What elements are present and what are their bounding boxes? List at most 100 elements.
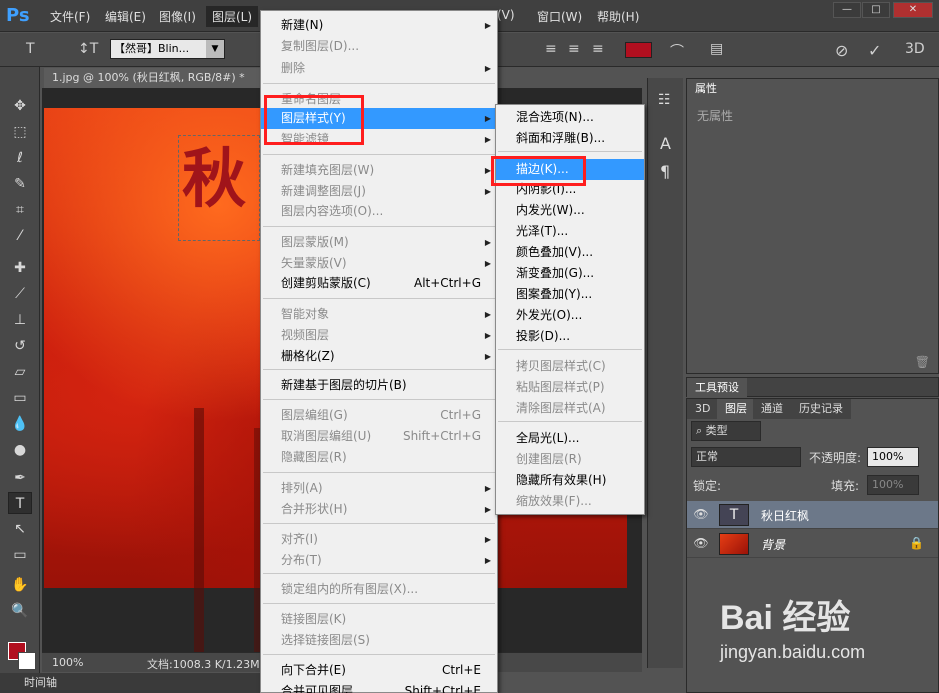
layer-style-menu-item[interactable]: 内发光(W)... xyxy=(496,200,644,221)
layer-menu-item[interactable]: 新建(N) ▶ xyxy=(261,15,497,36)
layer-row[interactable]: 👁 T 秋日红枫 xyxy=(687,501,938,529)
history-panel-icon[interactable]: ☷ xyxy=(658,92,671,108)
font-family-select[interactable]: 【然哥】Blin... ▼ xyxy=(110,39,225,59)
layer-menu-item[interactable]: 向下合并(E) Ctrl+E xyxy=(261,660,497,681)
menu-image[interactable]: 图像(I) xyxy=(159,8,196,25)
align-right-icon[interactable]: ≡ xyxy=(592,41,604,57)
maximize-button[interactable]: □ xyxy=(862,2,890,18)
layer-style-menu-item[interactable]: 混合选项(N)... xyxy=(496,107,644,128)
layer-style-menu-item[interactable]: 缩放效果(F)... xyxy=(496,491,644,512)
layer-menu-item[interactable]: 对齐(I) ▶ xyxy=(261,529,497,550)
layer-menu-item[interactable]: 复制图层(D)... xyxy=(261,36,497,57)
menu-edit[interactable]: 编辑(E) xyxy=(105,8,146,25)
text-color-swatch[interactable] xyxy=(625,42,652,58)
dodge-tool-icon[interactable]: ● xyxy=(8,439,32,461)
menu-view[interactable]: (V) xyxy=(497,8,515,22)
move-tool-icon[interactable]: ✥ xyxy=(8,95,32,117)
text-tool-icon[interactable]: T xyxy=(26,41,35,57)
layer-menu-item[interactable]: 新建调整图层(J) ▶ xyxy=(261,181,497,202)
align-left-icon[interactable]: ≡ xyxy=(545,41,557,57)
tab-tool-presets[interactable]: 工具预设 xyxy=(687,378,747,398)
layer-menu-item[interactable]: 排列(A) ▶ xyxy=(261,478,497,499)
background-color[interactable] xyxy=(18,652,36,670)
layer-style-menu-item[interactable]: 创建图层(R) xyxy=(496,449,644,470)
layer-menu-item[interactable]: 隐藏图层(R) xyxy=(261,447,497,468)
layer-menu-item[interactable]: 新建填充图层(W) ▶ xyxy=(261,160,497,181)
layer-menu-item[interactable]: 合并可见图层 Shift+Ctrl+E xyxy=(261,681,497,693)
text-orientation-icon[interactable]: ↕T xyxy=(78,41,98,57)
menu-layer[interactable]: 图层(L) xyxy=(206,6,259,27)
tab-3d[interactable]: 3D xyxy=(687,399,719,419)
layer-menu-item[interactable]: 分布(T) ▶ xyxy=(261,550,497,571)
layer-menu-item[interactable]: 智能对象 ▶ xyxy=(261,304,497,325)
shape-tool-icon[interactable]: ▭ xyxy=(8,544,32,566)
layer-menu-item[interactable]: 新建基于图层的切片(B) xyxy=(261,375,497,396)
menu-window[interactable]: 窗口(W) xyxy=(537,8,582,25)
layer-style-menu-item[interactable]: 粘贴图层样式(P) xyxy=(496,377,644,398)
character-panel-icon[interactable]: ▤ xyxy=(710,41,723,57)
stamp-tool-icon[interactable]: ⊥ xyxy=(8,309,32,331)
layer-menu-item[interactable]: 栅格化(Z) ▶ xyxy=(261,346,497,367)
eraser-icon[interactable]: ▱ xyxy=(8,361,32,383)
layer-menu-item[interactable]: 选择链接图层(S) xyxy=(261,630,497,651)
zoom-tool-icon[interactable]: 🔍 xyxy=(8,600,32,622)
layer-style-menu-item[interactable]: 拷贝图层样式(C) xyxy=(496,356,644,377)
layer-style-menu-item[interactable]: 投影(D)... xyxy=(496,326,644,347)
layer-style-menu-item[interactable]: 颜色叠加(V)... xyxy=(496,242,644,263)
zoom-level[interactable]: 100% xyxy=(52,656,83,669)
layer-menu-item[interactable]: 删除 ▶ xyxy=(261,58,497,79)
trash-icon[interactable]: 🗑 xyxy=(915,355,930,369)
crop-tool-icon[interactable]: ⌗ xyxy=(8,199,32,221)
3d-icon[interactable]: 3D xyxy=(905,41,925,57)
layer-menu-item[interactable]: 链接图层(K) xyxy=(261,609,497,630)
brush-tool-icon[interactable]: ⟋ xyxy=(8,283,32,305)
menu-help[interactable]: 帮助(H) xyxy=(597,8,639,25)
layer-menu-item[interactable]: 图层内容选项(O)... xyxy=(261,201,497,222)
layer-menu-item[interactable]: 取消图层编组(U) Shift+Ctrl+G xyxy=(261,426,497,447)
type-tool-icon[interactable]: T xyxy=(8,492,32,514)
gradient-icon[interactable]: ▭ xyxy=(8,387,32,409)
opacity-input[interactable]: 100% xyxy=(867,447,919,467)
fill-input[interactable]: 100% xyxy=(867,475,919,495)
blur-tool-icon[interactable]: 💧 xyxy=(8,413,32,435)
layer-style-menu-item[interactable]: 外发光(O)... xyxy=(496,305,644,326)
minimize-button[interactable]: — xyxy=(833,2,861,18)
path-select-icon[interactable]: ↖ xyxy=(8,518,32,540)
menu-file[interactable]: 文件(F) xyxy=(50,8,90,25)
layer-style-menu-item[interactable]: 斜面和浮雕(B)... xyxy=(496,128,644,149)
close-button[interactable]: ✕ xyxy=(893,2,933,18)
quick-select-icon[interactable]: ✎ xyxy=(8,173,32,195)
align-center-icon[interactable]: ≡ xyxy=(568,41,580,57)
layer-row[interactable]: 👁 背景 🔒 xyxy=(687,530,938,558)
layer-style-menu-item[interactable]: 全局光(L)... xyxy=(496,428,644,449)
paragraph-icon[interactable]: ¶ xyxy=(660,162,670,181)
layer-filter-select[interactable]: ⌕ 类型 xyxy=(691,421,761,441)
layer-style-menu-item[interactable]: 隐藏所有效果(H) xyxy=(496,470,644,491)
cancel-icon[interactable]: ⊘ xyxy=(835,41,848,60)
layer-menu-item[interactable]: 锁定组内的所有图层(X)... xyxy=(261,579,497,600)
lasso-tool-icon[interactable]: ℓ xyxy=(8,147,32,169)
layer-menu-item[interactable]: 合并形状(H) ▶ xyxy=(261,499,497,520)
history-brush-icon[interactable]: ↺ xyxy=(8,335,32,357)
commit-icon[interactable]: ✓ xyxy=(868,41,881,60)
warp-text-icon[interactable]: ⌒ xyxy=(670,41,684,61)
blend-mode-select[interactable]: 正常 xyxy=(691,447,801,467)
tab-properties[interactable]: 属性 xyxy=(687,79,725,99)
character-icon[interactable]: A xyxy=(660,134,671,153)
layer-menu-item[interactable]: 创建剪贴蒙版(C) Alt+Ctrl+G xyxy=(261,273,497,294)
eyedropper-icon[interactable]: ⁄ xyxy=(8,225,32,247)
tab-channels[interactable]: 通道 xyxy=(753,399,791,419)
eye-icon[interactable]: 👁 xyxy=(693,536,709,552)
eye-icon[interactable]: 👁 xyxy=(693,507,709,523)
layer-style-menu-item[interactable]: 图案叠加(Y)... xyxy=(496,284,644,305)
layer-style-menu-item[interactable]: 渐变叠加(G)... xyxy=(496,263,644,284)
document-tab[interactable]: 1.jpg @ 100% (秋日红枫, RGB/8#) * xyxy=(44,68,264,88)
layer-menu-item[interactable]: 图层蒙版(M) ▶ xyxy=(261,232,497,253)
layer-style-menu-item[interactable]: 清除图层样式(A) xyxy=(496,398,644,419)
layer-menu-item[interactable]: 矢量蒙版(V) ▶ xyxy=(261,253,497,274)
pen-tool-icon[interactable]: ✒ xyxy=(8,467,32,489)
tab-layers[interactable]: 图层 xyxy=(717,399,755,419)
layer-style-menu-item[interactable]: 光泽(T)... xyxy=(496,221,644,242)
timeline-tab[interactable]: 时间轴 xyxy=(0,673,260,693)
hand-tool-icon[interactable]: ✋ xyxy=(8,574,32,596)
